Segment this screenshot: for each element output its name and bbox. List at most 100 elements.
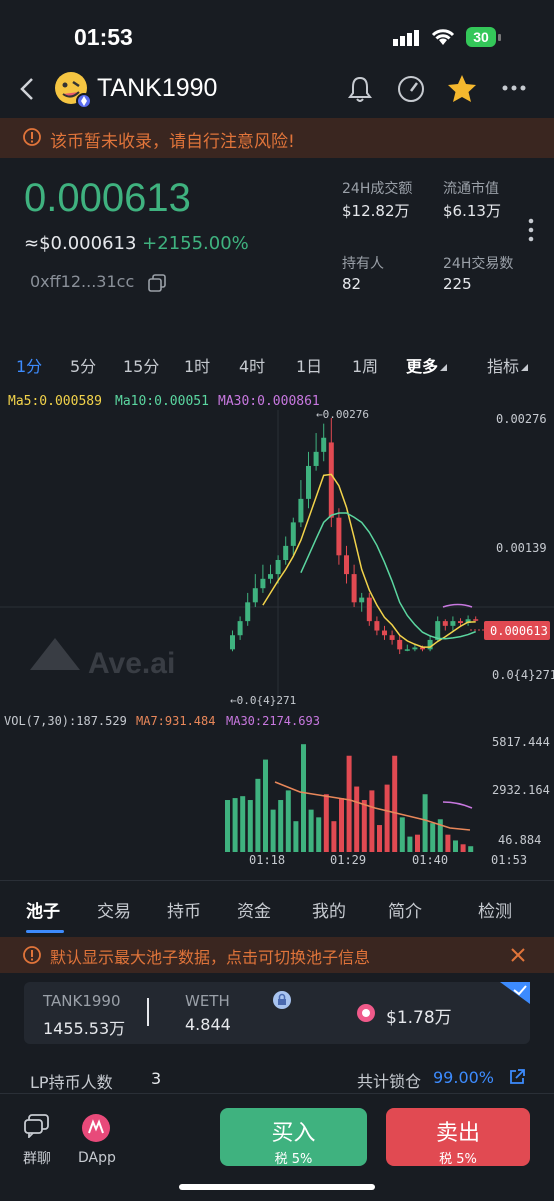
volume-label: VOL(7,30):187.529 — [4, 714, 127, 728]
y-tick-low: 0.0{4}271 — [492, 668, 554, 682]
timeframe-4h[interactable]: 4时 — [239, 353, 265, 377]
volume-chart[interactable]: 5817.444 2932.164 46.884 01:18 01:29 01:… — [0, 730, 554, 870]
close-icon[interactable] — [510, 947, 526, 963]
volume-bar — [346, 755, 352, 852]
volume-ma7: MA7:931.484 — [136, 714, 216, 728]
current-price: 0.000613 — [24, 176, 191, 220]
timeframe-1h[interactable]: 1时 — [184, 353, 210, 377]
lock-icon — [272, 990, 292, 1010]
candle — [298, 498, 304, 523]
volume-bar — [422, 794, 428, 852]
timeframe-1d[interactable]: 1日 — [296, 353, 322, 377]
volume-bar — [468, 846, 474, 852]
star-icon[interactable] — [446, 73, 478, 105]
candle — [450, 621, 456, 626]
pool-divider — [147, 998, 149, 1026]
tab-trades[interactable]: 交易 — [97, 897, 131, 922]
volume-bar — [247, 800, 253, 852]
candle — [374, 621, 380, 631]
tab-check[interactable]: 检测 — [478, 897, 512, 922]
price-chart[interactable]: Ave.ai ←0.00276 ←0.0{4}271 0.00276 0.001… — [0, 410, 554, 710]
chat-label[interactable]: 群聊 — [23, 1148, 51, 1168]
gauge-icon[interactable] — [397, 75, 425, 103]
tab-pool[interactable]: 池子 — [26, 897, 60, 922]
volume-bar — [415, 834, 420, 852]
candle — [230, 635, 235, 650]
volume-bar — [255, 778, 261, 852]
home-indicator — [179, 1184, 375, 1190]
volume-bar — [278, 800, 284, 852]
tab-intro[interactable]: 简介 — [388, 897, 422, 922]
low-marker: ←0.0{4}271 — [230, 694, 296, 707]
high-marker: ←0.00276 — [316, 410, 369, 421]
volume-bar — [392, 755, 398, 852]
volume-bar — [270, 809, 276, 852]
volume-bar — [301, 744, 306, 852]
dapp-label[interactable]: DApp — [78, 1150, 116, 1166]
volume-bar — [369, 790, 375, 852]
candle — [473, 619, 479, 621]
chat-icon[interactable] — [24, 1114, 50, 1138]
volume-bar — [331, 821, 337, 852]
volume-label: 24H成交额 — [342, 181, 413, 197]
ma10-line — [300, 512, 476, 640]
buy-button[interactable]: 买入 税 5% — [220, 1108, 367, 1167]
stats-more-icon[interactable] — [528, 218, 534, 242]
candle — [351, 574, 357, 603]
external-link-icon[interactable] — [508, 1068, 526, 1086]
selected-check-icon — [500, 982, 530, 1004]
volume-bar — [263, 759, 268, 852]
bell-icon[interactable] — [347, 75, 373, 103]
timeframe-1m[interactable]: 1分 — [16, 353, 42, 377]
usd-price-value: ≈$0.000613 — [24, 233, 137, 254]
timeframe-15m[interactable]: 15分 — [123, 353, 159, 377]
token-avatar — [53, 70, 93, 110]
tab-holders[interactable]: 持币 — [167, 897, 201, 922]
more-icon[interactable] — [502, 85, 526, 91]
timeframe-1w[interactable]: 1周 — [352, 353, 378, 377]
volume-bar — [445, 834, 451, 852]
indicators-button[interactable]: 指标 — [487, 353, 519, 377]
x-tick-3: 01:40 — [412, 853, 448, 867]
copy-icon[interactable] — [148, 274, 166, 292]
candle — [389, 635, 395, 640]
risk-warning-text: 该币暂未收录，请自行注意风险! — [50, 132, 295, 152]
pool-info-text: 默认显示最大池子数据，点击可切换池子信息 — [50, 948, 371, 967]
tx-count-label: 24H交易数 — [443, 256, 514, 272]
ma10-label: Ma10:0.00051 — [115, 394, 209, 409]
candle — [328, 442, 334, 518]
dex-logo-icon — [356, 1003, 376, 1023]
x-tick-4: 01:53 — [491, 853, 527, 867]
candle — [412, 647, 418, 650]
sell-label: 卖出 — [435, 1121, 480, 1146]
tab-funds[interactable]: 资金 — [237, 897, 271, 922]
volume-bar — [225, 800, 230, 852]
lock-value: 99.00% — [433, 1068, 495, 1087]
candle — [252, 588, 258, 603]
mcap-value: $6.13万 — [443, 202, 501, 220]
volume-bar — [293, 821, 299, 852]
signal-icon — [393, 30, 421, 46]
volume-bar — [399, 817, 405, 852]
volume-bar — [240, 796, 246, 852]
timeframe-more[interactable]: 更多 — [406, 353, 438, 377]
battery-indicator: 30 — [466, 27, 496, 47]
volume-bar — [232, 798, 238, 852]
volume-bar — [460, 844, 466, 852]
timeframe-5m[interactable]: 5分 — [70, 353, 96, 377]
volume-bar — [384, 784, 390, 852]
dapp-icon[interactable] — [81, 1113, 111, 1143]
warning-icon — [22, 945, 42, 965]
candle — [366, 597, 372, 622]
candle — [321, 437, 327, 452]
back-icon[interactable] — [18, 77, 36, 101]
tab-active-underline — [26, 930, 64, 933]
sell-tax: 税 5% — [439, 1152, 477, 1167]
sell-button[interactable]: 卖出 税 5% — [386, 1108, 530, 1167]
warning-icon — [22, 127, 42, 147]
mcap-label: 流通市值 — [443, 181, 499, 197]
tab-mine[interactable]: 我的 — [312, 897, 346, 922]
ma30-label: MA30:0.000861 — [218, 394, 320, 409]
dropdown-triangle-icon — [440, 364, 447, 371]
volume-bar — [354, 786, 360, 852]
